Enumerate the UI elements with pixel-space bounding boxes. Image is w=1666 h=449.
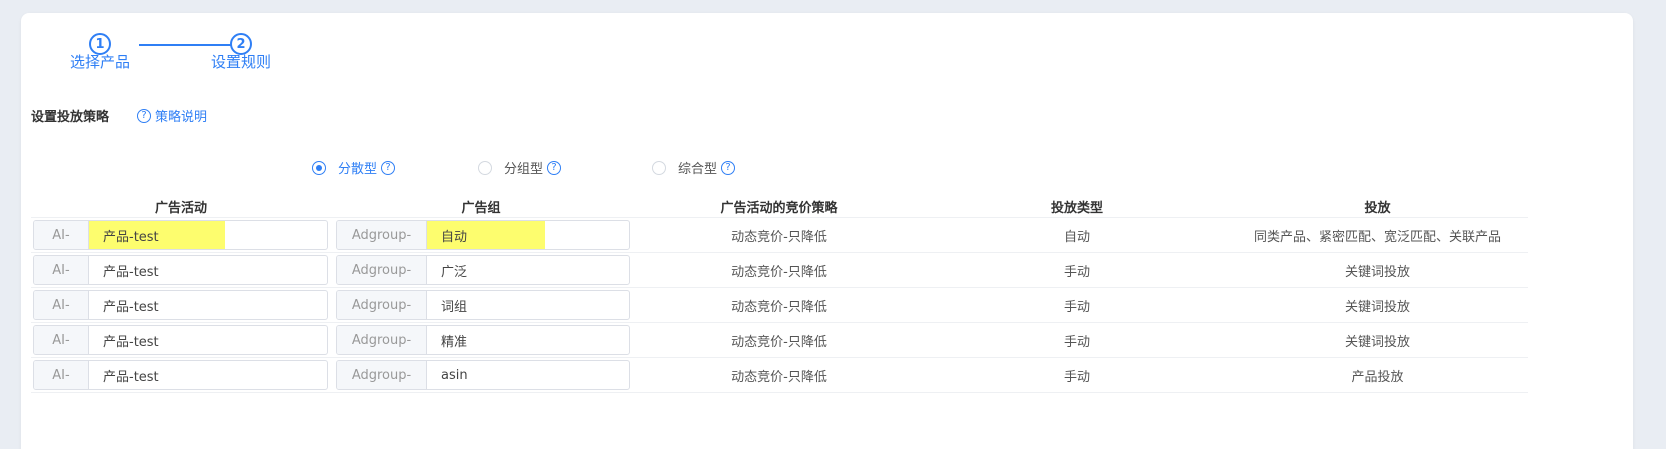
radio-dot[interactable] bbox=[478, 160, 492, 175]
campaign-table: 广告活动 广告组 广告活动的竞价策略 投放类型 投放 AI- 产品-test A… bbox=[31, 196, 1528, 393]
adgroup-name-value[interactable]: 精准 bbox=[427, 326, 629, 354]
adgroup-name-input[interactable]: Adgroup- 自动 bbox=[336, 220, 630, 250]
campaign-cell: AI- 产品-test bbox=[31, 360, 331, 390]
campaign-name-input[interactable]: AI- 产品-test bbox=[33, 220, 328, 250]
campaign-cell: AI- 产品-test bbox=[31, 220, 331, 250]
adgroup-name-value[interactable]: 自动 bbox=[427, 221, 545, 249]
campaign-name-value[interactable]: 产品-test bbox=[89, 221, 225, 249]
adgroup-name-input[interactable]: Adgroup- asin bbox=[336, 360, 630, 390]
adgroup-name-value[interactable]: asin bbox=[427, 361, 629, 389]
header-bid-strategy: 广告活动的竞价策略 bbox=[720, 201, 838, 216]
question-circle-icon[interactable]: ? bbox=[381, 160, 396, 175]
targeting-cell: 关键词投放 bbox=[1344, 264, 1410, 280]
header-targeting: 投放 bbox=[1364, 201, 1391, 216]
strategy-help-label: 策略说明 bbox=[155, 110, 208, 125]
campaign-name-value[interactable]: 产品-test bbox=[89, 256, 327, 284]
adgroup-cell: Adgroup- 词组 bbox=[331, 290, 631, 320]
adgroup-prefix: Adgroup- bbox=[337, 361, 427, 389]
step-2-label[interactable]: 设置规则 bbox=[211, 51, 271, 72]
table-row: AI- 产品-test Adgroup- 词组 动态竞价-只降低 手动 关键词投… bbox=[31, 288, 1528, 323]
question-circle-icon[interactable]: ? bbox=[721, 160, 736, 175]
targeting-type-cell: 自动 bbox=[1063, 229, 1090, 245]
adgroup-cell: Adgroup- 自动 bbox=[331, 220, 631, 250]
campaign-name-input[interactable]: AI- 产品-test bbox=[33, 290, 328, 320]
bid-strategy-cell: 动态竞价-只降低 bbox=[731, 369, 827, 385]
targeting-cell: 关键词投放 bbox=[1344, 334, 1410, 350]
campaign-prefix: AI- bbox=[34, 291, 89, 319]
adgroup-prefix: Adgroup- bbox=[337, 326, 427, 354]
targeting-cell: 关键词投放 bbox=[1344, 299, 1410, 315]
table-row: AI- 产品-test Adgroup- 精准 动态竞价-只降低 手动 关键词投… bbox=[31, 323, 1528, 358]
campaign-prefix: AI- bbox=[34, 221, 89, 249]
campaign-name-value[interactable]: 产品-test bbox=[89, 326, 327, 354]
campaign-prefix: AI- bbox=[34, 361, 89, 389]
campaign-cell: AI- 产品-test bbox=[31, 290, 331, 320]
radio-dot[interactable] bbox=[652, 160, 666, 175]
bid-strategy-cell: 动态竞价-只降低 bbox=[731, 334, 827, 350]
bid-strategy-cell: 动态竞价-只降低 bbox=[731, 299, 827, 315]
header-targeting-type: 投放类型 bbox=[1050, 201, 1103, 216]
header-campaign: 广告活动 bbox=[154, 201, 207, 216]
radio-dot[interactable] bbox=[312, 160, 326, 175]
radio-label: 分散型 bbox=[338, 162, 378, 177]
campaign-cell: AI- 产品-test bbox=[31, 325, 331, 355]
table-header: 广告活动 广告组 广告活动的竞价策略 投放类型 投放 bbox=[31, 196, 1528, 218]
adgroup-cell: Adgroup- asin bbox=[331, 360, 631, 390]
adgroup-name-value[interactable]: 词组 bbox=[427, 291, 629, 319]
bid-strategy-cell: 动态竞价-只降低 bbox=[731, 264, 827, 280]
adgroup-name-input[interactable]: Adgroup- 精准 bbox=[336, 325, 630, 355]
campaign-name-input[interactable]: AI- 产品-test bbox=[33, 325, 328, 355]
campaign-name-input[interactable]: AI- 产品-test bbox=[33, 360, 328, 390]
targeting-type-cell: 手动 bbox=[1063, 334, 1090, 350]
adgroup-cell: Adgroup- 广泛 bbox=[331, 255, 631, 285]
table-row: AI- 产品-test Adgroup- asin 动态竞价-只降低 手动 产品… bbox=[31, 358, 1528, 393]
targeting-cell: 产品投放 bbox=[1351, 369, 1404, 385]
table-row: AI- 产品-test Adgroup- 自动 动态竞价-只降低 自动 同类产品… bbox=[31, 218, 1528, 253]
adgroup-prefix: Adgroup- bbox=[337, 291, 427, 319]
header-adgroup: 广告组 bbox=[461, 201, 501, 216]
campaign-prefix: AI- bbox=[34, 326, 89, 354]
radio-label: 综合型 bbox=[678, 162, 718, 177]
adgroup-prefix: Adgroup- bbox=[337, 256, 427, 284]
bid-strategy-cell: 动态竞价-只降低 bbox=[731, 229, 827, 245]
targeting-type-cell: 手动 bbox=[1063, 369, 1090, 385]
targeting-type-cell: 手动 bbox=[1063, 299, 1090, 315]
targeting-type-cell: 手动 bbox=[1063, 264, 1090, 280]
radio-label: 分组型 bbox=[504, 162, 544, 177]
adgroup-name-input[interactable]: Adgroup- 广泛 bbox=[336, 255, 630, 285]
radio-option-composite[interactable]: 综合型 ? bbox=[652, 158, 736, 177]
campaign-name-value[interactable]: 产品-test bbox=[89, 361, 327, 389]
question-circle-icon[interactable]: ? bbox=[547, 160, 562, 175]
step-1-label[interactable]: 选择产品 bbox=[70, 51, 130, 72]
strategy-help-link[interactable]: ? 策略说明 bbox=[137, 106, 207, 125]
adgroup-cell: Adgroup- 精准 bbox=[331, 325, 631, 355]
question-circle-icon: ? bbox=[137, 108, 151, 123]
adgroup-name-value[interactable]: 广泛 bbox=[427, 256, 629, 284]
strategy-title: 设置投放策略 bbox=[31, 110, 110, 125]
targeting-cell: 同类产品、紧密匹配、宽泛匹配、关联产品 bbox=[1253, 229, 1501, 245]
radio-option-dispersed[interactable]: 分散型 ? bbox=[312, 158, 396, 177]
campaign-prefix: AI- bbox=[34, 256, 89, 284]
campaign-name-input[interactable]: AI- 产品-test bbox=[33, 255, 328, 285]
table-row: AI- 产品-test Adgroup- 广泛 动态竞价-只降低 手动 关键词投… bbox=[31, 253, 1528, 288]
adgroup-prefix: Adgroup- bbox=[337, 221, 427, 249]
campaign-name-value[interactable]: 产品-test bbox=[89, 291, 327, 319]
campaign-cell: AI- 产品-test bbox=[31, 255, 331, 285]
adgroup-name-input[interactable]: Adgroup- 词组 bbox=[336, 290, 630, 320]
radio-option-grouped[interactable]: 分组型 ? bbox=[478, 158, 562, 177]
